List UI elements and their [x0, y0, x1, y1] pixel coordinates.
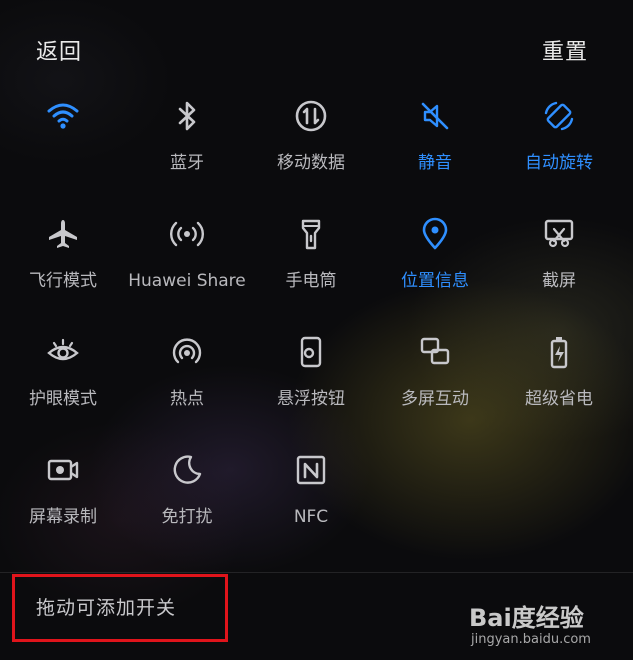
tile-label: 护眼模式: [29, 389, 97, 409]
tile-label: 截屏: [542, 271, 576, 291]
tile-label: 静音: [418, 153, 452, 173]
tile-airplane[interactable]: 飞行模式: [1, 214, 125, 332]
tile-ultra-power-saving[interactable]: 超级省电: [497, 332, 621, 450]
eye-comfort-icon: [43, 332, 83, 372]
tile-wifi[interactable]: [1, 96, 125, 214]
tile-label: NFC: [293, 507, 329, 527]
tile-huawei-share[interactable]: Huawei Share: [125, 214, 249, 332]
tile-label: 蓝牙: [170, 153, 204, 173]
multi-screen-icon: [415, 332, 455, 372]
auto-rotate-icon: [539, 96, 579, 136]
tile-eye-comfort[interactable]: 护眼模式: [1, 332, 125, 450]
tile-mute[interactable]: 静音: [373, 96, 497, 214]
tile-label: 移动数据: [277, 153, 345, 173]
tile-screen-record[interactable]: 屏幕录制: [1, 450, 125, 568]
reset-button[interactable]: 重置: [542, 34, 588, 66]
tile-label: Huawei Share: [128, 271, 246, 291]
tile-label: 屏幕录制: [29, 507, 97, 527]
bluetooth-icon: [167, 96, 207, 136]
tile-label: 多屏互动: [401, 389, 469, 409]
switch-grid: 蓝牙 移动数据 静音 自动旋转飞行模式 Huawei Share 手电筒 位置信息 截屏护眼模…: [0, 96, 633, 568]
tile-multi-screen[interactable]: 多屏互动: [373, 332, 497, 450]
watermark-url: jingyan.baidu.com: [471, 632, 591, 647]
tile-label: 热点: [170, 389, 204, 409]
tile-label: 自动旋转: [525, 153, 593, 173]
tile-flashlight[interactable]: 手电筒: [249, 214, 373, 332]
tile-screenshot[interactable]: 截屏: [497, 214, 621, 332]
do-not-disturb-icon: [167, 450, 207, 490]
tile-location[interactable]: 位置信息: [373, 214, 497, 332]
tile-floating-button[interactable]: 悬浮按钮: [249, 332, 373, 450]
wifi-icon: [43, 96, 83, 136]
tile-label: 手电筒: [285, 271, 337, 291]
location-icon: [415, 214, 455, 254]
nfc-icon: [291, 450, 331, 490]
ultra-power-saving-icon: [539, 332, 579, 372]
screenshot-icon: [539, 214, 579, 254]
tile-auto-rotate[interactable]: 自动旋转: [497, 96, 621, 214]
watermark-logo: Bai度经验: [469, 604, 584, 632]
watermark: Bai度经验 jingyan.baidu.com: [469, 598, 599, 654]
tile-bluetooth[interactable]: 蓝牙: [125, 96, 249, 214]
mobile-data-icon: [291, 96, 331, 136]
airplane-icon: [43, 214, 83, 254]
hotspot-icon: [167, 332, 207, 372]
screen-record-icon: [43, 450, 83, 490]
tile-label: 位置信息: [401, 271, 469, 291]
divider: [0, 572, 633, 573]
mute-icon: [415, 96, 455, 136]
tile-label: 悬浮按钮: [277, 389, 345, 409]
back-button[interactable]: 返回: [36, 34, 82, 66]
huawei-share-icon: [167, 214, 207, 254]
tile-mobile-data[interactable]: 移动数据: [249, 96, 373, 214]
flashlight-icon: [291, 214, 331, 254]
tile-nfc[interactable]: NFC: [249, 450, 373, 568]
drag-hint-text: 拖动可添加开关: [36, 597, 177, 619]
tile-label: 超级省电: [525, 389, 593, 409]
tile-do-not-disturb[interactable]: 免打扰: [125, 450, 249, 568]
tile-label: 免打扰: [161, 507, 213, 527]
quick-settings-edit-screen: 返回 重置 蓝牙 移动数据 静音 自动旋转飞行模式 Huawei Share 手电筒 位置信…: [0, 0, 633, 660]
tile-label: 飞行模式: [29, 271, 97, 291]
floating-button-icon: [291, 332, 331, 372]
tile-hotspot[interactable]: 热点: [125, 332, 249, 450]
